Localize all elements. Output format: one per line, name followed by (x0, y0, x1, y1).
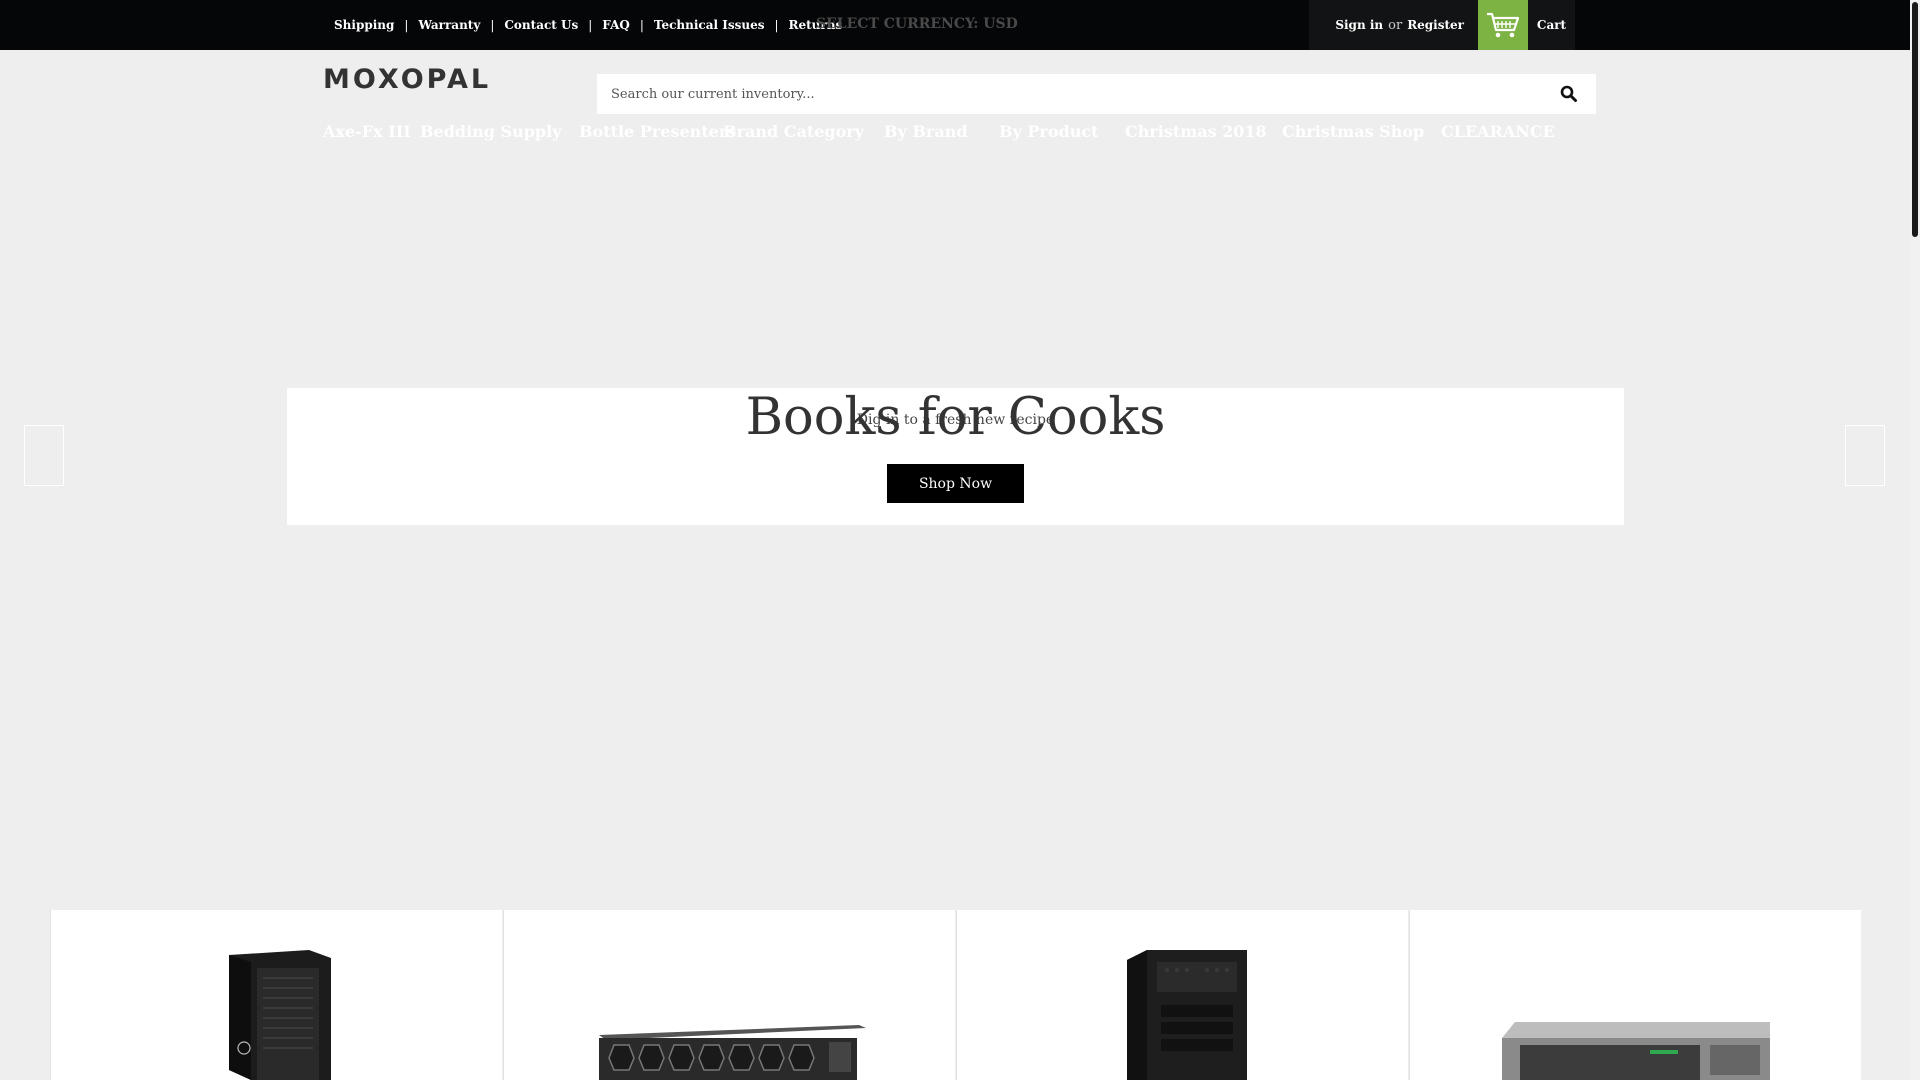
contact-us-link[interactable]: Contact Us (504, 18, 578, 32)
top-bar: Shipping | Warranty | Contact Us | FAQ |… (0, 0, 1910, 50)
nav-item-christmas-shop[interactable]: Christmas Shop (1282, 122, 1424, 141)
currency-selector[interactable]: SELECT CURRENCY: USD (816, 16, 1018, 32)
product-grid (50, 910, 1861, 1080)
product-card[interactable] (956, 910, 1408, 1080)
product-image (599, 1025, 866, 1080)
account-links: Sign in or Register (1309, 0, 1478, 50)
product-image (1127, 950, 1247, 1080)
nav-item-by-product[interactable]: By Product (999, 122, 1098, 141)
cart-icon-button[interactable] (1478, 0, 1528, 50)
shipping-link[interactable]: Shipping (334, 18, 394, 32)
separator: | (404, 18, 409, 32)
cart-link[interactable]: Cart (1528, 0, 1575, 50)
main-nav: Axe-Fx III Bedding Supply Bottle Present… (0, 122, 1600, 144)
separator: | (774, 18, 779, 32)
faq-link[interactable]: FAQ (602, 18, 630, 32)
nav-item-axe-fx-iii[interactable]: Axe-Fx III (323, 122, 411, 141)
shop-now-button[interactable]: Shop Now (887, 464, 1024, 503)
sign-in-link[interactable]: Sign in (1335, 18, 1383, 32)
carousel-next-button[interactable] (1845, 425, 1885, 486)
hero-banner: Dig in to a fresh new recipe Books for C… (287, 388, 1624, 525)
product-image (229, 950, 331, 1080)
product-card[interactable] (50, 910, 502, 1080)
warranty-link[interactable]: Warranty (418, 18, 480, 32)
nav-item-brand-category[interactable]: Brand Category (723, 122, 864, 141)
carousel-prev-button[interactable] (24, 425, 64, 486)
or-text: or (1388, 17, 1403, 33)
product-card[interactable] (503, 910, 955, 1080)
search-bar (597, 74, 1596, 114)
search-input[interactable] (597, 74, 1537, 114)
separator: | (639, 18, 644, 32)
nav-item-by-brand[interactable]: By Brand (884, 122, 968, 141)
nav-item-bottle-presenters[interactable]: Bottle Presenters (579, 122, 736, 141)
register-link[interactable]: Register (1407, 18, 1464, 32)
product-image (1502, 1022, 1770, 1080)
top-links: Shipping | Warranty | Contact Us | FAQ |… (334, 18, 842, 32)
nav-item-clearance[interactable]: CLEARANCE (1441, 122, 1555, 141)
scrollbar-thumb[interactable] (1912, 2, 1918, 237)
separator: | (588, 18, 593, 32)
site-logo[interactable]: MOXOPAL (323, 64, 491, 95)
nav-item-christmas-2018[interactable]: Christmas 2018 (1125, 122, 1267, 141)
search-icon[interactable] (1560, 85, 1578, 103)
nav-item-bedding-supply[interactable]: Bedding Supply (420, 122, 561, 141)
hero-title: Books for Cooks (745, 388, 1166, 447)
product-card[interactable] (1409, 910, 1861, 1080)
separator: | (490, 18, 495, 32)
cart-icon (1487, 12, 1520, 38)
technical-issues-link[interactable]: Technical Issues (654, 18, 765, 32)
